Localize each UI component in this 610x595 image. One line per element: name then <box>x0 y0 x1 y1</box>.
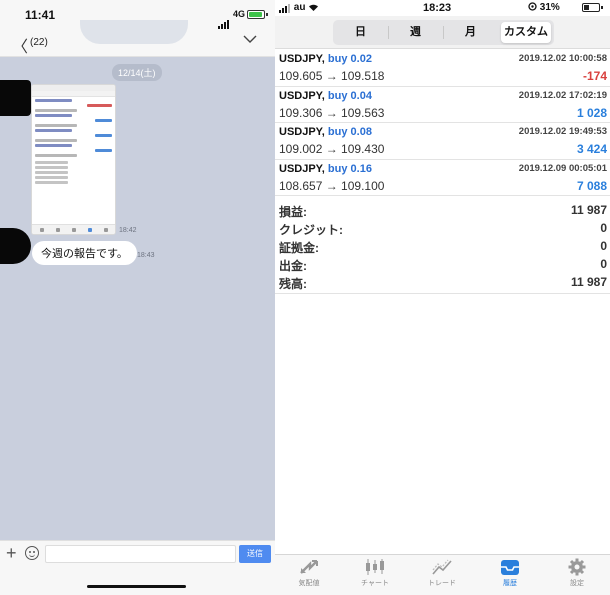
trade-symbol: USDJPY, buy 0.16 <box>279 162 372 175</box>
nav-chart[interactable]: チャート <box>345 558 405 595</box>
summary-label: 出金: <box>279 259 307 273</box>
tab-day[interactable]: 日 <box>333 20 388 45</box>
back-chevron-icon[interactable]: 〈 <box>12 33 28 57</box>
battery-cap <box>601 6 603 9</box>
summary-value: 0 <box>600 257 607 271</box>
period-selector-bar: 日 週 月 カスタム <box>275 16 610 49</box>
summary-value: 0 <box>600 221 607 235</box>
account-summary: 損益: 11 987 クレジット: 0 証拠金: 0 出金: 0 残高: 11 987 <box>275 198 610 294</box>
trade-profit: -174 <box>582 69 607 83</box>
trade-prices: 108.657 → 109.100 <box>279 178 385 193</box>
nav-history[interactable]: 履歴 <box>480 558 540 595</box>
right-status-bar: au 18:23 31% <box>275 0 610 16</box>
trade-row[interactable]: USDJPY, buy 0.02 2019.12.02 10:00:58 109… <box>275 50 610 87</box>
nav-label: 設定 <box>570 580 584 587</box>
trade-symbol: USDJPY, buy 0.04 <box>279 89 372 102</box>
message-bubble[interactable]: 今週の報告です。 <box>32 241 137 265</box>
chevron-down-icon[interactable] <box>243 34 257 44</box>
summary-label: クレジット: <box>279 223 343 237</box>
trade-prices: 109.002 → 109.430 <box>279 142 385 156</box>
summary-value: 0 <box>600 239 607 253</box>
status-time: 11:41 <box>25 8 56 22</box>
chat-header: 〈 (22) <box>0 20 275 57</box>
trade-datetime: 2019.12.09 00:05:01 <box>518 162 607 174</box>
battery-percent: 31% <box>528 2 560 13</box>
trade-datetime: 2019.12.02 17:02:19 <box>518 89 607 101</box>
network-label: 4G <box>233 9 246 19</box>
date-divider: 12/14(土) <box>112 64 162 81</box>
avatar[interactable] <box>0 80 31 116</box>
wifi-icon <box>309 4 319 11</box>
trade-list: USDJPY, buy 0.02 2019.12.02 10:00:58 109… <box>275 50 610 196</box>
emoji-icon[interactable] <box>25 546 39 560</box>
tab-custom[interactable]: カスタム <box>501 22 551 43</box>
nav-label: トレード <box>428 580 456 587</box>
avatar[interactable] <box>0 228 31 264</box>
back-count[interactable]: (22) <box>30 37 48 48</box>
nav-label: チャート <box>361 580 389 587</box>
signal-icon <box>218 11 230 29</box>
battery-cap <box>266 13 268 16</box>
period-segmented-control: 日 週 月 カスタム <box>333 20 554 45</box>
carrier-label: au <box>279 2 319 13</box>
message-input[interactable] <box>45 545 236 563</box>
chat-screen: 11:41 4G 〈 (22) 12/14(土) 18:42 今週の報告です。 <box>0 0 275 595</box>
chart-icon <box>366 559 384 575</box>
summary-row: 損益: 11 987 <box>275 202 610 220</box>
location-icon <box>528 2 537 11</box>
trade-datetime: 2019.12.02 10:00:58 <box>518 53 607 64</box>
summary-label: 残高: <box>279 277 307 291</box>
summary-value: 11 987 <box>570 203 607 217</box>
nav-label: 履歴 <box>503 580 517 587</box>
status-time: 18:23 <box>423 2 452 14</box>
tab-week[interactable]: 週 <box>388 20 443 45</box>
nav-label: 気配値 <box>298 580 320 587</box>
summary-label: 損益: <box>279 205 307 219</box>
summary-label: 証拠金: <box>279 241 319 255</box>
image-timestamp: 18:42 <box>119 227 137 234</box>
header-overlay <box>80 20 188 44</box>
nav-settings[interactable]: 設定 <box>547 558 607 595</box>
shared-image-thumbnail[interactable] <box>31 84 116 235</box>
plus-icon[interactable]: + <box>6 543 17 564</box>
summary-row: 残高: 11 987 <box>275 274 610 292</box>
nav-trade[interactable]: トレード <box>412 558 472 595</box>
trade-prices: 109.306 → 109.563 <box>279 105 385 120</box>
summary-value: 11 987 <box>570 275 607 289</box>
battery-icon <box>247 10 265 19</box>
trade-icon <box>432 559 452 575</box>
summary-row: 証拠金: 0 <box>275 238 610 256</box>
home-indicator <box>87 585 186 588</box>
tab-month[interactable]: 月 <box>443 20 498 45</box>
gear-icon <box>568 558 586 576</box>
nav-quotes[interactable]: 気配値 <box>279 558 339 595</box>
trade-profit: 3 424 <box>576 142 607 156</box>
trade-row[interactable]: USDJPY, buy 0.08 2019.12.02 19:49:53 109… <box>275 123 610 160</box>
trade-row[interactable]: USDJPY, buy 0.16 2019.12.09 00:05:01 108… <box>275 160 610 196</box>
trade-datetime: 2019.12.02 19:49:53 <box>518 126 607 137</box>
trade-symbol: USDJPY, buy 0.08 <box>279 126 372 138</box>
battery-icon <box>582 3 600 12</box>
chat-input-bar: + 送信 <box>0 540 275 595</box>
trade-profit: 1 028 <box>576 105 607 120</box>
quotes-icon <box>300 560 318 574</box>
summary-row: 出金: 0 <box>275 256 610 274</box>
signal-icon <box>279 2 291 13</box>
trade-history-screen: au 18:23 31% 日 週 月 カスタム USDJPY, buy 0.02… <box>275 0 610 595</box>
bottom-nav: 気配値 チャート トレード 履歴 設定 <box>275 554 610 595</box>
trade-prices: 109.605 → 109.518 <box>279 69 385 83</box>
send-button[interactable]: 送信 <box>239 545 271 563</box>
trade-symbol: USDJPY, buy 0.02 <box>279 53 372 65</box>
trade-profit: 7 088 <box>576 178 607 193</box>
message-timestamp: 18:43 <box>137 252 155 259</box>
summary-row: クレジット: 0 <box>275 220 610 238</box>
history-icon <box>501 560 519 575</box>
trade-row[interactable]: USDJPY, buy 0.04 2019.12.02 17:02:19 109… <box>275 87 610 123</box>
